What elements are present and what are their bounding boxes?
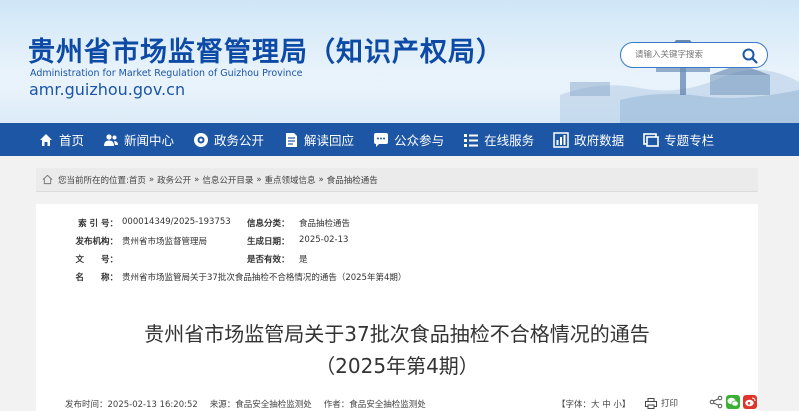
site-header: 贵州省市场监督管理局（知识产权局） Administration for Mar… (0, 0, 799, 123)
share-icon[interactable] (709, 395, 723, 409)
nav-label: 专题专栏 (664, 133, 715, 148)
nav-label: 政府数据 (574, 133, 625, 148)
nav-item-interpretation[interactable]: 解读回应 (283, 130, 354, 149)
list-icon (464, 133, 479, 147)
name-label: 名 称： (75, 273, 118, 283)
nav-item-online-service[interactable]: 在线服务 (463, 130, 534, 149)
date-value: 2025-02-13 (299, 235, 349, 245)
nav-item-home[interactable]: 首页 (38, 130, 84, 149)
search-box[interactable] (620, 42, 768, 68)
article-title-line1: 贵州省市场监管局关于37批次食品抽检不合格情况的通告 (144, 322, 650, 346)
docno-label: 文 号： (75, 255, 118, 265)
nav-item-news[interactable]: 新闻中心 (103, 130, 174, 149)
index-value: 000014349/2025-193753 (122, 217, 231, 227)
valid-label: 是否有效： (247, 255, 290, 265)
meta-table: 索 引 号： 000014349/2025-193753 信息分类： 食品抽检通… (72, 214, 722, 286)
breadcrumb-link-catalog[interactable]: 信息公开目录 (202, 174, 253, 186)
eye-icon (194, 132, 209, 147)
document-icon (286, 132, 298, 147)
nav-label: 在线服务 (484, 133, 535, 148)
org-label: 发布机构： (75, 237, 118, 247)
breadcrumb-separator: » (256, 174, 262, 185)
breadcrumb: 您当前所在的位置: 首页 » 政务公开 » 信息公开目录 » 重点领域信息 » … (36, 168, 758, 192)
printer-icon (645, 397, 657, 409)
print-label: 打印 (661, 399, 679, 409)
nav-label: 新闻中心 (124, 133, 175, 148)
article-footer: 发布时间：2025-02-13 16:20:52 来源：食品安全抽检监测处 作者… (65, 395, 757, 410)
meta-row: 发布机构： 贵州省市场监督管理局 生成日期： 2025-02-13 (72, 232, 722, 250)
home-icon (42, 174, 53, 185)
home-icon (40, 133, 52, 146)
breadcrumb-link-key-info[interactable]: 重点领域信息 (265, 174, 316, 186)
date-label: 生成日期： (247, 237, 290, 247)
people-icon (104, 133, 119, 146)
nav-label: 公众参与 (394, 133, 445, 148)
weibo-icon[interactable] (743, 395, 757, 409)
breadcrumb-separator: » (148, 174, 155, 185)
breadcrumb-link-food-inspection[interactable]: 食品抽检通告 (327, 174, 378, 186)
category-label: 信息分类： (247, 219, 290, 229)
search-input[interactable] (635, 50, 745, 60)
nav-item-gov-affairs[interactable]: 政务公开 (193, 130, 264, 149)
site-domain: amr.guizhou.gov.cn (29, 80, 186, 99)
breadcrumb-link-home[interactable]: 首页 (129, 174, 146, 186)
valid-value: 是 (299, 255, 308, 265)
category-value: 食品抽检通告 (299, 219, 351, 229)
name-value: 贵州省市场监管局关于37批次食品抽检不合格情况的通告（2025年第4期） (122, 273, 407, 283)
chart-icon (553, 131, 569, 148)
scenery-illustration (560, 40, 799, 123)
breadcrumb-separator: » (318, 174, 324, 185)
meta-row: 名 称： 贵州省市场监管局关于37批次食品抽检不合格情况的通告（2025年第4期… (72, 268, 722, 286)
breadcrumb-prefix: 您当前所在的位置: (58, 175, 129, 186)
search-icon[interactable] (741, 47, 759, 65)
main-nav: 首页 新闻中心 政务公开 解读回应 公众参与 在线服务 政府数据 专题专栏 (0, 123, 799, 156)
main-content: 您当前所在的位置: 首页 » 政务公开 » 信息公开目录 » 重点领域信息 » … (0, 156, 799, 411)
nav-item-participation[interactable]: 公众参与 (373, 130, 444, 149)
window-icon (643, 132, 659, 147)
chat-icon (374, 132, 389, 147)
site-subtitle: Administration for Market Regulation of … (30, 68, 303, 79)
index-label: 索 引 号： (78, 219, 118, 229)
wechat-icon[interactable] (726, 395, 740, 409)
breadcrumb-link-gov-affairs[interactable]: 政务公开 (157, 174, 191, 186)
nav-item-special-topics[interactable]: 专题专栏 (643, 130, 714, 149)
nav-label: 解读回应 (304, 133, 355, 148)
nav-item-gov-data[interactable]: 政府数据 (553, 130, 624, 149)
meta-row: 索 引 号： 000014349/2025-193753 信息分类： 食品抽检通… (72, 214, 722, 232)
nav-label: 政务公开 (214, 133, 265, 148)
publish-time: 发布时间：2025-02-13 16:20:52 (65, 400, 198, 410)
print-button[interactable]: 打印 (645, 397, 678, 409)
meta-row: 文 号： 是否有效： 是 (72, 250, 722, 268)
breadcrumb-separator: » (194, 174, 200, 185)
share-group (706, 395, 757, 409)
article-title-line2: （2025年第4期） (315, 354, 479, 378)
article-title: 贵州省市场监管局关于37批次食品抽检不合格情况的通告 （2025年第4期） (36, 318, 758, 382)
article-panel: 索 引 号： 000014349/2025-193753 信息分类： 食品抽检通… (36, 204, 758, 411)
author: 作者：食品安全抽检监测处 (323, 400, 426, 410)
site-title: 贵州省市场监督管理局（知识产权局） (28, 37, 504, 68)
source: 来源：食品安全抽检监测处 (209, 400, 312, 410)
nav-label: 首页 (59, 133, 85, 148)
org-value: 贵州省市场监督管理局 (122, 237, 208, 247)
font-size-control[interactable]: 【字体：大 中 小】 (557, 398, 630, 410)
